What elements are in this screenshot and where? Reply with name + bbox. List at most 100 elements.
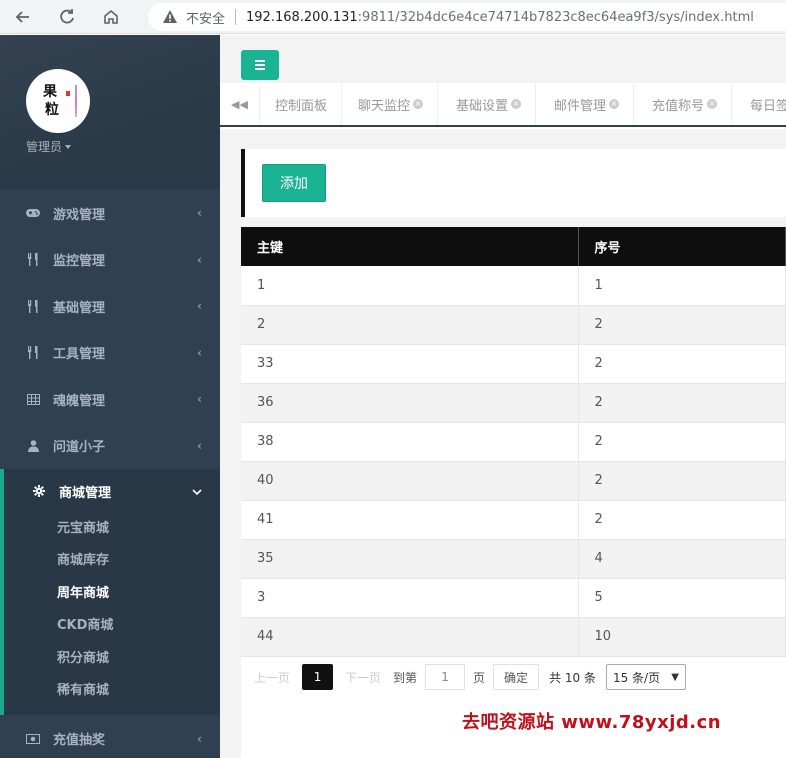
page-unit-label: 页 [473,670,486,685]
next-page-button[interactable]: 下一页 [345,669,381,686]
confirm-page-button[interactable]: 确定 [493,664,540,690]
chevron-left-icon: ‹ [197,438,202,453]
sidebar-item-game[interactable]: 游戏管理 ‹ [0,190,220,237]
money-icon [25,733,41,744]
security-label[interactable]: 不安全 [186,8,225,27]
submenu-shop: 元宝商城 商城库存 周年商城 CKD商城 积分商城 稀有商城 [4,513,220,715]
avatar[interactable]: 果 粒 [26,69,90,133]
chevron-down-icon [192,484,202,498]
tab-basic-settings[interactable]: 基础设置 × [442,83,537,125]
submenu-item[interactable]: 稀有商城 [4,675,220,707]
table-row[interactable]: 44 10 [241,617,786,657]
tabs-scroll-left-button[interactable]: ◀◀ [220,83,260,125]
sidebar-group-shop: 商城管理 元宝商城 商城库存 周年商城 CKD商城 积分商城 稀有商城 [0,469,220,716]
gamepad-icon [25,208,41,218]
home-icon[interactable] [100,6,122,28]
avatar-stripe [75,85,77,117]
close-icon[interactable]: × [413,99,424,109]
tab-dashboard[interactable]: 控制面板 [261,83,343,125]
cell-id: 44 [241,617,579,657]
reload-icon[interactable] [56,6,78,28]
tab-label: 每日签 [750,98,786,114]
profile-header: 果 粒 管理员 [0,35,220,190]
cell-id: 36 [241,383,579,423]
submenu-item-current[interactable]: 周年商城 [4,578,220,610]
cell-sort: 2 [578,344,786,384]
tab-label: 控制面板 [275,98,328,114]
bars-icon [255,60,265,62]
toolbar-panel: 添加 [241,149,786,217]
tab-daily-signin[interactable]: 每日签 [736,83,786,125]
address-bar[interactable]: 不安全 192.168.200.131:9811/32b4dc6e4ce7471… [148,3,786,31]
total-count: 共 10 条 [549,670,596,685]
avatar-char-1: 果 [43,84,57,100]
table-row[interactable]: 41 2 [241,500,786,540]
cutlery-icon [25,253,41,267]
column-header-sort[interactable]: 序号 [578,227,786,266]
cell-sort: 2 [578,305,786,345]
chevron-left-icon: ‹ [197,345,202,360]
user-icon [25,439,41,452]
sidebar-item-basic[interactable]: 基础管理 ‹ [0,283,220,330]
table-icon [25,393,41,405]
cell-sort: 10 [578,617,786,657]
top-navbar [220,35,786,83]
table-row[interactable]: 35 [241,578,786,618]
sidebar-item-recharge-lottery[interactable]: 充值抽奖 ‹ [0,715,220,758]
table-row[interactable]: 38 2 [241,422,786,462]
page-number-current[interactable]: 1 [302,664,334,690]
main-content: 添加 主键 序号 1 1 2 2 33 2 36 2 38 2 40 2 41 2 35 4 3 5 44 10 上一… [220,129,786,758]
menu-toggle-button[interactable] [241,50,279,80]
sidebar-menu: 游戏管理 ‹ 监控管理 ‹ 基础管理 ‹ 工具管理 ‹ 魂魄管理 ‹ 问道小子 … [0,190,220,758]
cell-sort: 5 [578,578,786,618]
tab-label: 充值称号 [652,98,705,114]
gear-icon [31,485,47,497]
table-row[interactable]: 33 2 [241,344,786,384]
sidebar-item-monitor[interactable]: 监控管理 ‹ [0,237,220,284]
table-row[interactable]: 36 2 [241,383,786,423]
submenu-item[interactable]: 商城库存 [4,545,220,577]
table-row[interactable]: 35 4 [241,539,786,579]
table-header-row: 主键 序号 [241,227,786,266]
sidebar-item-wendao[interactable]: 问道小子 ‹ [0,423,220,470]
page-number-input[interactable]: 1 [425,664,466,690]
submenu-item[interactable]: 元宝商城 [4,513,220,545]
table-row[interactable]: 40 2 [241,461,786,501]
submenu-item[interactable]: 积分商城 [4,643,220,675]
tab-mail[interactable]: 邮件管理 × [540,83,635,125]
sidebar-item-label: 基础管理 [53,300,106,316]
sidebar-item-label: 商城管理 [59,485,112,501]
role-dropdown[interactable]: 管理员 [26,138,72,155]
page-size-value: 15 条/页 [612,670,661,685]
sidebar-item-tools[interactable]: 工具管理 ‹ [0,330,220,377]
add-button[interactable]: 添加 [262,164,326,202]
data-table: 主键 序号 1 1 2 2 33 2 36 2 38 2 40 2 41 2 35 4 3 5 44 10 [241,227,786,657]
cell-id: 1 [241,266,579,306]
caret-down-icon [65,144,72,149]
page-size-select[interactable]: 15 条/页 ▼ [605,664,686,690]
tab-chat-monitor[interactable]: 聊天监控 × [344,83,439,125]
watermark-text: 去吧资源站 www.78yxjd.cn [462,712,722,733]
sidebar-item-shop[interactable]: 商城管理 [4,469,220,513]
pagination: 上一页 1 下一页 到第 1 页 确定 共 10 条 15 条/页 ▼ [241,657,786,697]
cutlery-icon [25,299,41,313]
table-row[interactable]: 11 [241,266,786,306]
prev-page-button[interactable]: 上一页 [254,669,290,686]
tab-label: 基础设置 [456,98,509,114]
sidebar-item-soul[interactable]: 魂魄管理 ‹ [0,376,220,423]
table-row[interactable]: 22 [241,305,786,345]
back-icon[interactable] [12,6,34,28]
address-separator [235,9,237,25]
close-icon[interactable]: × [511,99,522,109]
cell-id: 33 [241,344,579,384]
cell-id: 35 [241,539,579,579]
submenu-item[interactable]: CKD商城 [4,610,220,642]
tab-recharge-title[interactable]: 充值称号 × [638,83,733,125]
cell-sort: 1 [578,266,786,306]
cell-sort: 2 [578,461,786,501]
close-icon[interactable]: × [707,99,718,109]
sidebar-item-label: 充值抽奖 [53,733,106,749]
cell-id: 3 [241,578,579,618]
column-header-id[interactable]: 主键 [241,227,579,266]
close-icon[interactable]: × [609,99,620,109]
